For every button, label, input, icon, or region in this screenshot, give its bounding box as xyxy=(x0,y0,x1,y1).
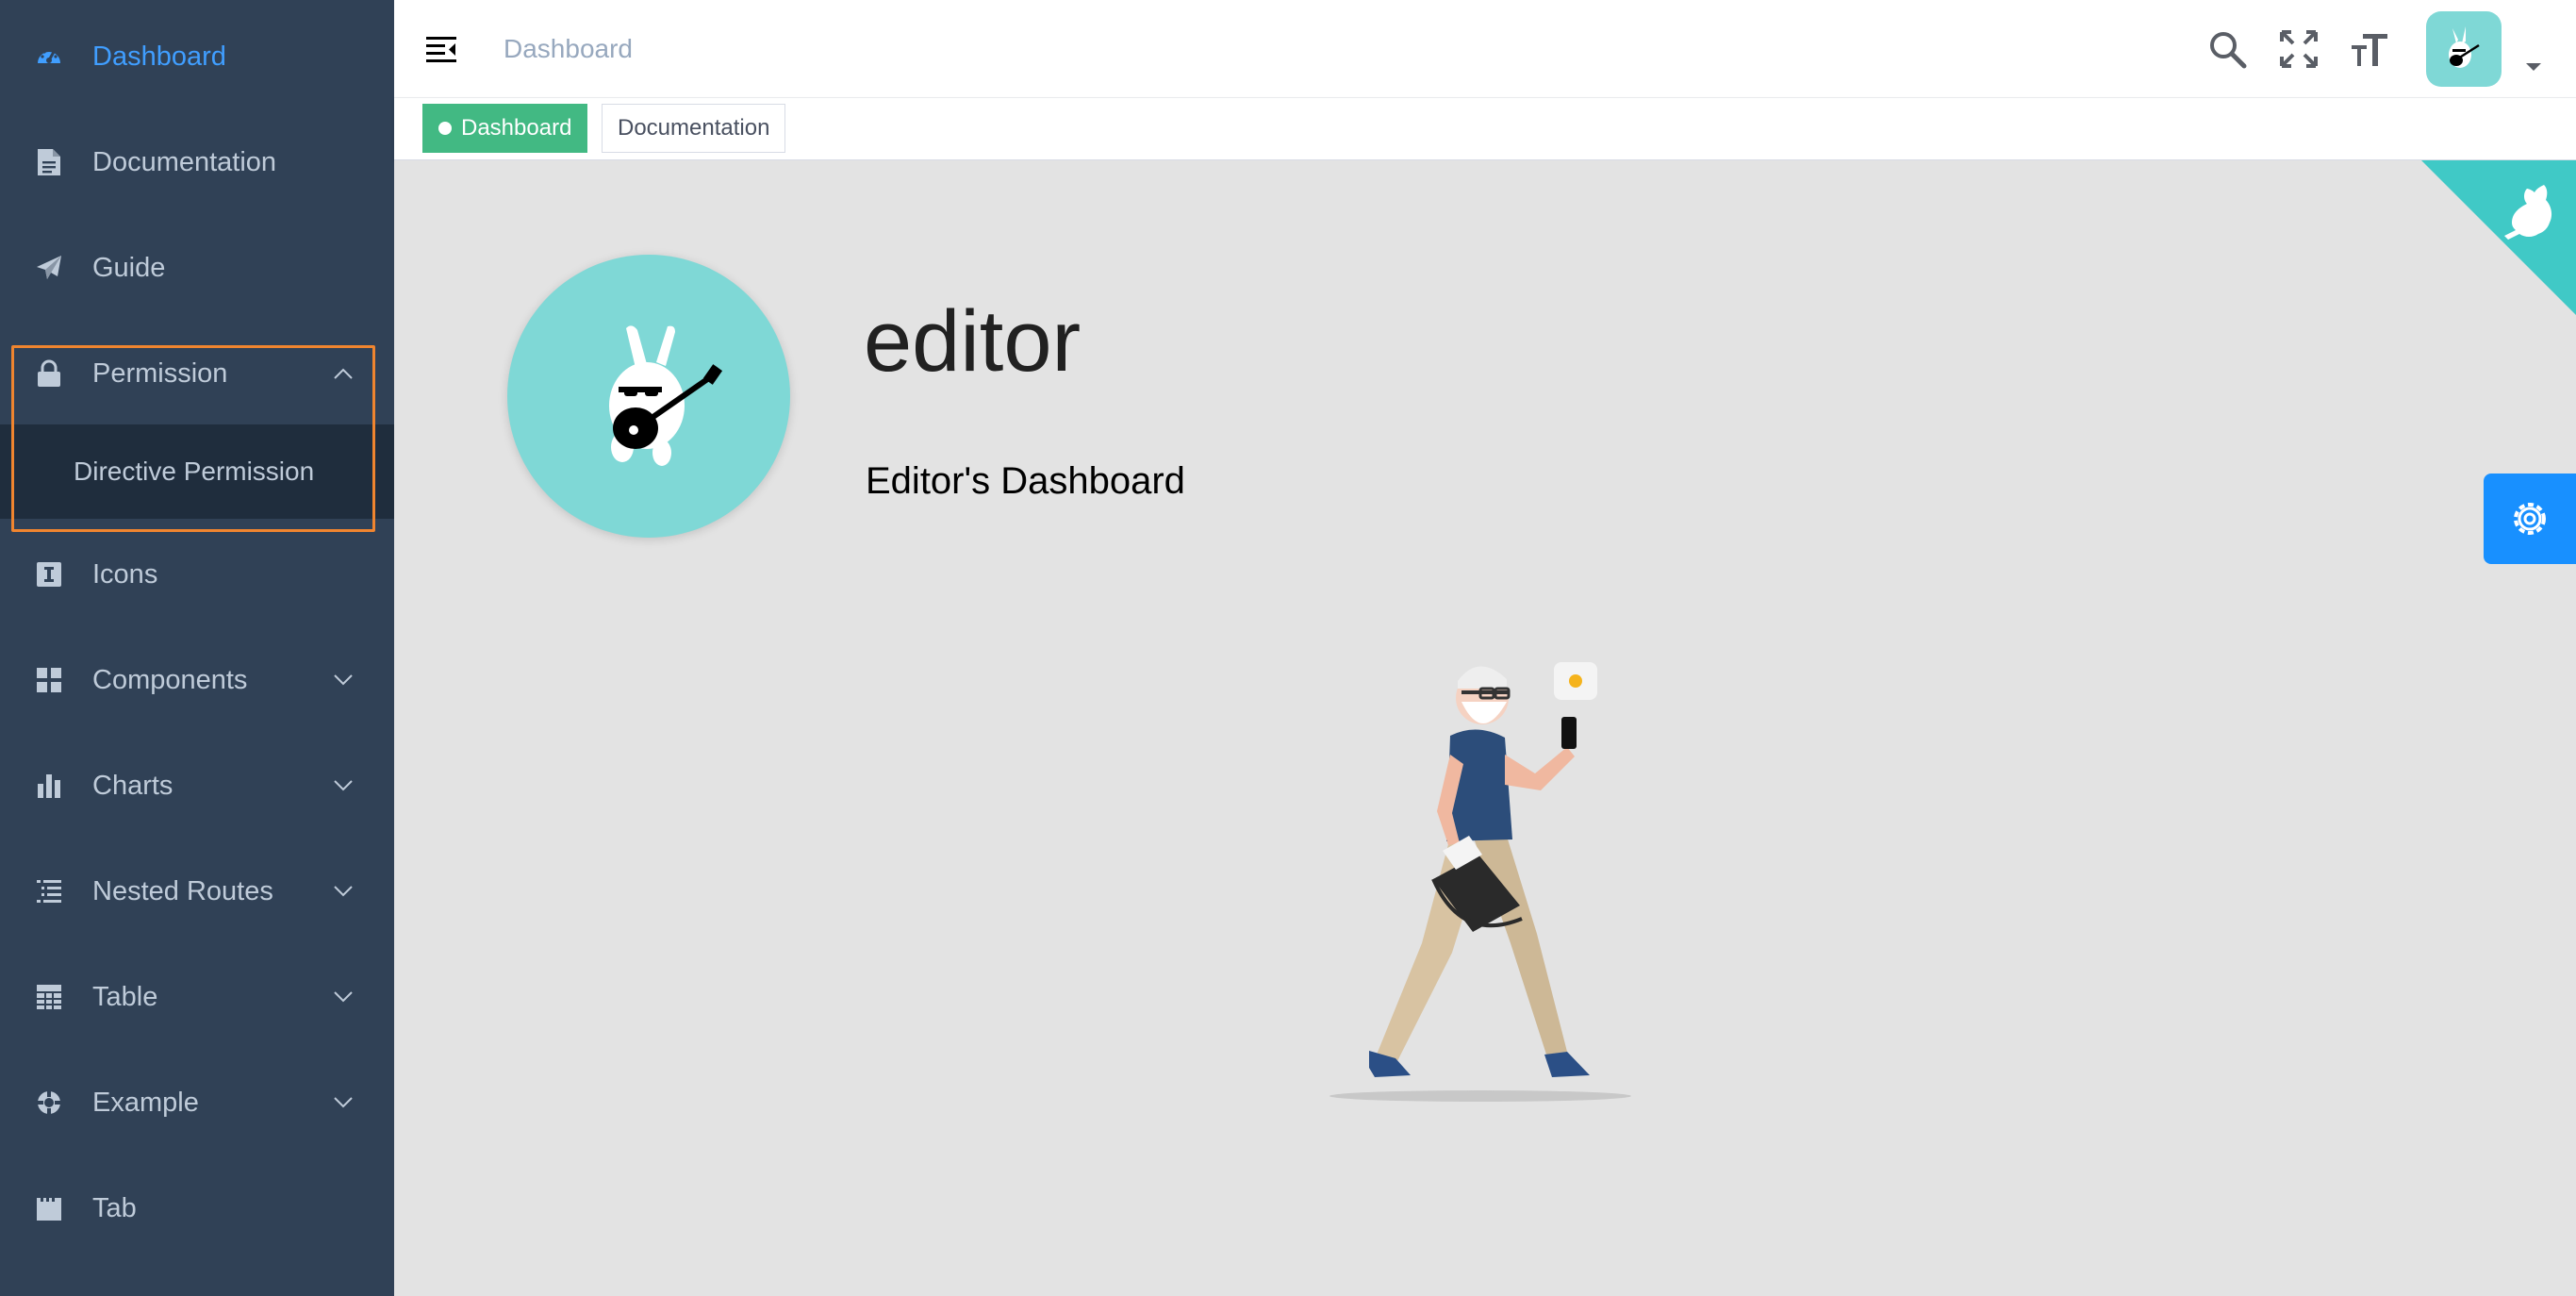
sidebar-item-label: Example xyxy=(92,1087,199,1118)
username: editor xyxy=(864,293,1082,390)
sidebar-item-label: Dashboard xyxy=(92,41,226,72)
document-icon xyxy=(34,147,64,177)
sidebar: Dashboard Documentation Guide Permission… xyxy=(0,0,394,1296)
settings-button[interactable] xyxy=(2484,474,2576,564)
sidebar-item-permission[interactable]: Permission xyxy=(0,321,394,426)
hamburger-icon[interactable] xyxy=(424,32,458,66)
github-corner-icon[interactable] xyxy=(2421,160,2576,315)
sidebar-item-label: Table xyxy=(92,981,158,1012)
active-dot-icon xyxy=(438,122,452,135)
nested-icon xyxy=(34,876,64,906)
sidebar-item-guide[interactable]: Guide xyxy=(0,215,394,321)
components-icon xyxy=(34,665,64,695)
text-size-icon[interactable] xyxy=(2350,28,2391,70)
sidebar-item-tab[interactable]: Tab xyxy=(0,1155,394,1261)
tag-label: Documentation xyxy=(618,115,770,141)
sidebar-item-label: Documentation xyxy=(92,146,277,177)
caret-down-icon[interactable] xyxy=(2525,62,2542,72)
tag-label: Dashboard xyxy=(461,115,572,141)
dashboard-icon xyxy=(34,42,64,72)
sidebar-item-components[interactable]: Components xyxy=(0,627,394,733)
sidebar-item-label: Icons xyxy=(92,558,158,590)
example-icon xyxy=(34,1088,64,1118)
sidebar-item-label: Nested Routes xyxy=(92,875,273,906)
tags-view: Dashboard Documentation xyxy=(394,98,2576,160)
chevron-down-icon xyxy=(334,886,353,897)
sidebar-item-dashboard[interactable]: Dashboard xyxy=(0,4,394,109)
sidebar-item-documentation[interactable]: Documentation xyxy=(0,109,394,215)
sidebar-item-label: Tab xyxy=(92,1192,137,1223)
sidebar-item-charts[interactable]: Charts xyxy=(0,733,394,839)
sidebar-item-nested-routes[interactable]: Nested Routes xyxy=(0,839,394,944)
sidebar-item-table[interactable]: Table xyxy=(0,944,394,1050)
table-icon xyxy=(34,982,64,1012)
tab-icon xyxy=(34,1193,64,1223)
fullscreen-icon[interactable] xyxy=(2278,28,2320,70)
chevron-down-icon xyxy=(334,1097,353,1108)
icon-icon xyxy=(34,559,64,590)
sidebar-item-example[interactable]: Example xyxy=(0,1050,394,1155)
role-title: Editor's Dashboard xyxy=(866,460,1185,502)
sidebar-item-label: Components xyxy=(92,664,248,695)
chevron-up-icon xyxy=(334,368,353,379)
lock-icon xyxy=(34,358,64,389)
submenu-item-label: Directive Permission xyxy=(74,457,315,486)
chevron-down-icon xyxy=(334,991,353,1003)
user-avatar[interactable] xyxy=(2426,11,2502,87)
navbar: Dashboard xyxy=(394,0,2576,98)
sidebar-item-label: Permission xyxy=(92,357,228,389)
paper-plane-icon xyxy=(34,253,64,283)
chevron-down-icon xyxy=(334,674,353,686)
walking-man-illustration xyxy=(1329,662,1631,1102)
sidebar-item-label: Charts xyxy=(92,770,173,801)
profile-avatar xyxy=(507,255,790,538)
breadcrumb: Dashboard xyxy=(504,34,633,63)
sidebar-item-icons[interactable]: Icons xyxy=(0,522,394,627)
rabbit-guitar-icon xyxy=(609,325,723,466)
rabbit-guitar-icon xyxy=(2449,26,2480,68)
chevron-down-icon xyxy=(334,780,353,791)
gear-icon xyxy=(2514,503,2546,535)
chart-icon xyxy=(34,771,64,801)
sidebar-item-label: Guide xyxy=(92,252,166,283)
sidebar-item-directive-permission[interactable]: Directive Permission xyxy=(0,424,394,519)
tag-documentation[interactable]: Documentation xyxy=(602,104,786,153)
tag-dashboard[interactable]: Dashboard xyxy=(422,104,588,153)
search-icon[interactable] xyxy=(2206,28,2248,70)
